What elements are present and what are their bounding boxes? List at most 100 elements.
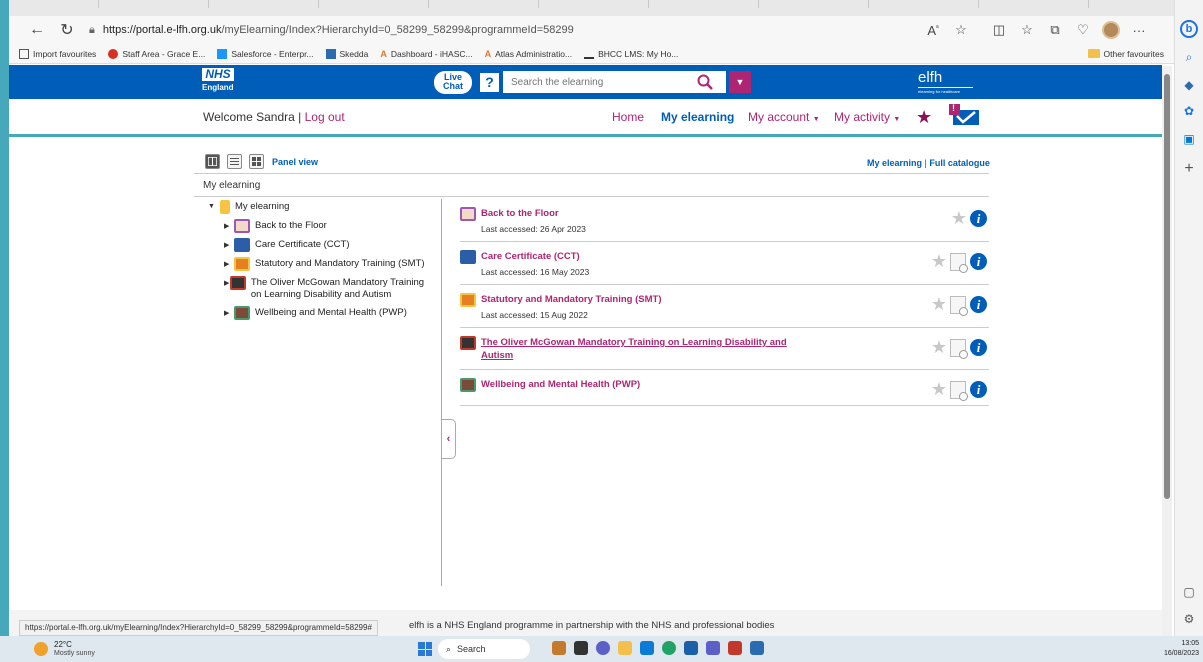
search-icon[interactable]: ⌕ — [1181, 50, 1197, 66]
back-icon[interactable]: ← — [25, 18, 49, 42]
panel-view-toggle[interactable] — [205, 154, 220, 169]
lock-icon[interactable]: 🔒︎ — [89, 24, 95, 37]
search-button[interactable] — [693, 71, 717, 93]
briefcase-app-icon[interactable] — [552, 641, 566, 655]
preview-icon[interactable] — [950, 380, 968, 401]
preview-icon[interactable] — [950, 295, 968, 316]
fav-skedda[interactable]: Skedda — [325, 48, 368, 59]
nav-home[interactable]: Home — [612, 110, 644, 124]
nav-my-elearning[interactable]: My elearning — [661, 110, 734, 124]
outlook-app-icon[interactable] — [640, 641, 654, 655]
word-app-icon[interactable] — [750, 641, 764, 655]
other-favourites[interactable]: Other favourites — [1087, 49, 1164, 59]
course-title-link[interactable]: Statutory and Mandatory Training (SMT) — [481, 293, 811, 306]
favourites-star-icon[interactable]: ★ — [916, 107, 932, 128]
help-button[interactable]: ? — [480, 73, 499, 92]
fav-atlas[interactable]: A Atlas Administratio... — [485, 49, 573, 59]
scrollbar-thumb[interactable] — [1164, 74, 1170, 499]
clock[interactable]: 13:05 16/08/2023 — [1157, 639, 1199, 659]
fav-salesforce[interactable]: Salesforce - Enterpr... — [217, 48, 314, 59]
fav-bhcc[interactable]: BHCC LMS: My Ho... — [584, 49, 678, 59]
store-app-icon[interactable] — [684, 641, 698, 655]
course-title-link[interactable]: Wellbeing and Mental Health (PWP) — [481, 378, 811, 391]
list-view-toggle[interactable] — [227, 154, 242, 169]
more-menu-icon[interactable]: ··· — [1125, 23, 1153, 38]
full-catalogue-link[interactable]: Full catalogue — [929, 158, 990, 168]
collapsed-caret-icon[interactable]: ▶ — [224, 257, 234, 268]
add-icon[interactable]: + — [1181, 160, 1197, 177]
read-aloud-icon[interactable]: Aᵃ — [919, 23, 947, 38]
split-screen-icon[interactable]: ◫ — [985, 22, 1013, 38]
elfh-logo[interactable]: elfh elearning for healthcare — [918, 69, 973, 94]
expanded-caret-icon[interactable]: ▼ — [208, 200, 218, 210]
info-icon[interactable]: i — [970, 339, 987, 356]
teams-app-icon[interactable] — [706, 641, 720, 655]
settings-icon[interactable]: ⚙ — [1181, 612, 1197, 628]
tree-item[interactable]: ▶ Wellbeing and Mental Health (PWP) — [224, 306, 436, 320]
info-icon[interactable]: i — [970, 296, 987, 313]
browser-tab[interactable] — [479, 0, 539, 8]
tree-item[interactable]: ▶ Back to the Floor — [224, 219, 436, 233]
star-icon[interactable]: ★ — [931, 337, 947, 358]
sidebar-toggle-icon[interactable]: ▢ — [1181, 585, 1197, 601]
tree-item[interactable]: ▶ Care Certificate (CCT) — [224, 238, 436, 252]
fav-staff-area[interactable]: Staff Area - Grace E... — [108, 48, 205, 59]
fav-import[interactable]: Import favourites — [19, 48, 96, 59]
info-icon[interactable]: i — [970, 381, 987, 398]
outlook-icon[interactable]: ▣ — [1181, 132, 1197, 148]
panel-view-label[interactable]: Panel view — [272, 157, 318, 167]
browser-tab[interactable] — [589, 0, 649, 8]
nhs-england-logo[interactable]: NHS England — [202, 68, 234, 92]
collapsed-caret-icon[interactable]: ▶ — [224, 219, 234, 230]
red-app-icon[interactable] — [728, 641, 742, 655]
collections-icon[interactable]: ⧉ — [1041, 22, 1069, 38]
fav-ihasc[interactable]: A Dashboard - iHASC... — [380, 49, 472, 59]
favourite-star-icon[interactable]: ☆ — [947, 22, 975, 38]
browser-tab[interactable] — [1029, 0, 1089, 8]
taskbar-search[interactable]: ⌕ Search — [438, 639, 530, 659]
tree-root[interactable]: ▼ My elearning — [208, 200, 436, 214]
browser-tab[interactable] — [699, 0, 759, 8]
shopping-icon[interactable]: ◆ — [1181, 78, 1197, 94]
collapsed-caret-icon[interactable]: ▶ — [224, 276, 230, 287]
grid-view-toggle[interactable] — [249, 154, 264, 169]
preview-icon[interactable] — [950, 252, 968, 273]
course-title-link[interactable]: Back to the Floor — [481, 207, 811, 220]
messages-icon[interactable]: ! — [949, 103, 981, 131]
star-icon[interactable]: ★ — [931, 251, 947, 272]
tree-item[interactable]: ▶ The Oliver McGowan Mandatory Training … — [224, 276, 436, 301]
browser-tab[interactable] — [259, 0, 319, 8]
search-input[interactable] — [503, 76, 693, 88]
page-scrollbar[interactable] — [1162, 66, 1172, 636]
favourites-icon[interactable]: ☆ — [1013, 22, 1041, 38]
info-icon[interactable]: i — [970, 253, 987, 270]
browser-tab-strip[interactable] — [9, 0, 1174, 16]
edge-browser-icon[interactable] — [662, 641, 676, 655]
nav-my-account[interactable]: My account ▼ — [748, 110, 820, 124]
refresh-icon[interactable]: ↻ — [55, 18, 79, 42]
extensions-icon[interactable]: ♡ — [1069, 22, 1097, 38]
browser-tab[interactable] — [149, 0, 209, 8]
collapsed-caret-icon[interactable]: ▶ — [224, 238, 234, 249]
weather-widget[interactable]: 22°C Mostly sunny — [34, 640, 95, 658]
browser-tab[interactable] — [369, 0, 429, 8]
nav-my-activity[interactable]: My activity ▼ — [834, 110, 900, 124]
tools-icon[interactable]: ✿ — [1181, 104, 1197, 120]
search-filter-dropdown[interactable]: ▼ — [729, 71, 751, 93]
info-icon[interactable]: i — [970, 210, 987, 227]
address-bar[interactable]: 🔒︎ https://portal.e-lfh.org.uk/myElearni… — [89, 19, 919, 41]
chat-app-icon[interactable] — [596, 641, 610, 655]
black-app-icon[interactable] — [574, 641, 588, 655]
browser-tab[interactable] — [919, 0, 979, 8]
collapsed-caret-icon[interactable]: ▶ — [224, 306, 234, 317]
course-title-link[interactable]: The Oliver McGowan Mandatory Training on… — [481, 336, 811, 362]
star-icon[interactable]: ★ — [931, 379, 947, 400]
live-chat-button[interactable]: Live Chat — [434, 71, 472, 94]
preview-icon[interactable] — [950, 338, 968, 359]
bing-chat-icon[interactable]: b — [1180, 20, 1198, 38]
logout-link[interactable]: Log out — [305, 110, 345, 124]
windows-start-icon[interactable] — [418, 642, 432, 656]
my-elearning-link[interactable]: My elearning — [867, 158, 922, 168]
course-title-link[interactable]: Care Certificate (CCT) — [481, 250, 811, 263]
browser-tab[interactable] — [809, 0, 869, 8]
